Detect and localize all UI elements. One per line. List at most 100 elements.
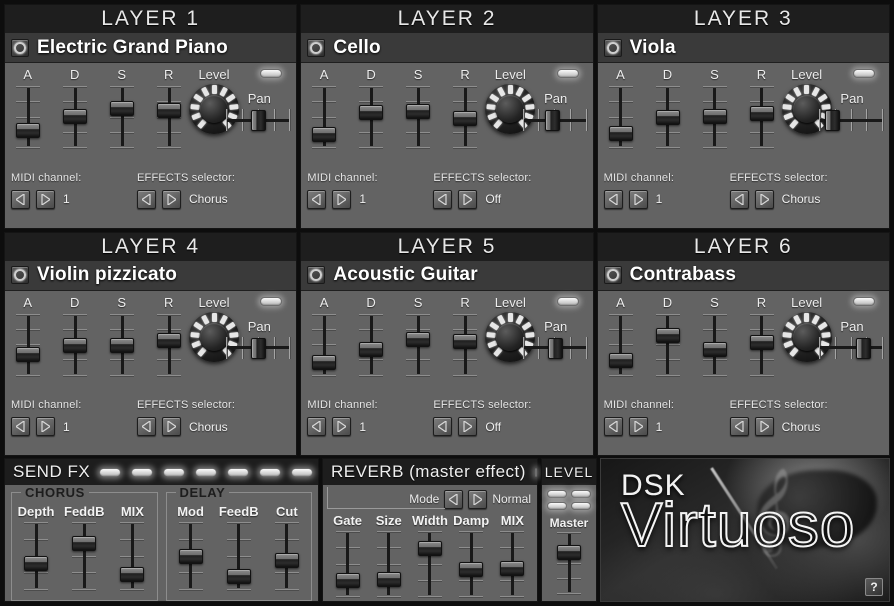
adsr-slider-d[interactable] bbox=[653, 313, 683, 376]
instrument-name[interactable]: Cello bbox=[333, 37, 380, 59]
slider-handle[interactable] bbox=[749, 334, 774, 350]
layer-led[interactable] bbox=[853, 69, 875, 78]
effects-next-button[interactable] bbox=[162, 189, 181, 209]
fx-slider-mix[interactable] bbox=[117, 522, 147, 590]
layer-led[interactable] bbox=[260, 296, 283, 306]
reverb-mode-prev-button[interactable] bbox=[444, 489, 464, 509]
adsr-slider-r[interactable] bbox=[154, 86, 184, 148]
adsr-slider-r[interactable] bbox=[747, 313, 777, 376]
master-slider[interactable] bbox=[554, 532, 584, 594]
adsr-slider-d[interactable] bbox=[356, 313, 386, 376]
send-fx-led-3[interactable] bbox=[163, 467, 186, 477]
reverb-slider-size[interactable] bbox=[374, 531, 404, 597]
adsr-slider-r[interactable] bbox=[747, 86, 777, 148]
adsr-slider-s[interactable] bbox=[107, 86, 137, 148]
slider-handle[interactable] bbox=[359, 105, 384, 120]
midi-prev-button[interactable] bbox=[307, 189, 327, 209]
slider-handle[interactable] bbox=[376, 572, 401, 587]
slider-handle[interactable] bbox=[120, 567, 145, 582]
effects-prev-button[interactable] bbox=[137, 189, 156, 209]
adsr-slider-a[interactable] bbox=[606, 86, 636, 148]
midi-prev-button[interactable] bbox=[603, 417, 623, 436]
midi-next-button[interactable] bbox=[36, 417, 55, 436]
slider-handle[interactable] bbox=[406, 104, 431, 119]
slider-handle[interactable] bbox=[226, 569, 251, 584]
fx-slider-cut[interactable] bbox=[272, 522, 302, 590]
slider-handle[interactable] bbox=[157, 103, 181, 118]
power-icon[interactable] bbox=[11, 38, 29, 57]
slider-handle[interactable] bbox=[406, 331, 431, 347]
adsr-slider-r[interactable] bbox=[154, 313, 184, 376]
level-led-2[interactable] bbox=[571, 490, 591, 498]
send-fx-led-6[interactable] bbox=[259, 467, 282, 477]
instrument-name[interactable]: Contrabass bbox=[630, 264, 737, 286]
fx-slider-depth[interactable] bbox=[21, 522, 51, 590]
slider-handle[interactable] bbox=[702, 341, 727, 357]
slider-handle[interactable] bbox=[856, 337, 871, 359]
slider-handle[interactable] bbox=[702, 109, 727, 124]
effects-next-button[interactable] bbox=[754, 189, 774, 209]
fx-slider-feddb[interactable] bbox=[69, 522, 99, 590]
slider-handle[interactable] bbox=[72, 536, 97, 551]
midi-prev-button[interactable] bbox=[11, 189, 30, 209]
fx-slider-feedb[interactable] bbox=[224, 522, 254, 590]
instrument-name[interactable]: Acoustic Guitar bbox=[333, 264, 477, 286]
power-icon[interactable] bbox=[11, 266, 29, 284]
midi-next-button[interactable] bbox=[332, 189, 352, 209]
slider-handle[interactable] bbox=[178, 549, 203, 564]
slider-handle[interactable] bbox=[500, 561, 525, 576]
adsr-slider-a[interactable] bbox=[309, 86, 339, 148]
slider-handle[interactable] bbox=[453, 111, 478, 126]
reverb-slider-damp[interactable] bbox=[456, 531, 486, 597]
power-icon[interactable] bbox=[603, 266, 622, 284]
reverb-led[interactable] bbox=[534, 467, 537, 477]
slider-handle[interactable] bbox=[547, 337, 563, 359]
slider-handle[interactable] bbox=[16, 346, 40, 362]
send-fx-led-2[interactable] bbox=[131, 467, 154, 477]
pan-slider[interactable] bbox=[226, 107, 291, 133]
midi-prev-button[interactable] bbox=[307, 417, 327, 436]
adsr-slider-s[interactable] bbox=[403, 86, 433, 148]
adsr-slider-a[interactable] bbox=[309, 313, 339, 376]
layer-led[interactable] bbox=[556, 296, 579, 306]
adsr-slider-s[interactable] bbox=[700, 313, 730, 376]
slider-handle[interactable] bbox=[417, 541, 442, 556]
midi-next-button[interactable] bbox=[628, 417, 648, 436]
pan-slider[interactable] bbox=[819, 107, 883, 133]
slider-handle[interactable] bbox=[557, 545, 581, 560]
slider-handle[interactable] bbox=[274, 553, 299, 568]
reverb-mode-next-button[interactable] bbox=[468, 489, 488, 509]
slider-handle[interactable] bbox=[251, 110, 267, 131]
adsr-slider-a[interactable] bbox=[13, 86, 43, 148]
slider-handle[interactable] bbox=[749, 106, 774, 121]
level-led-1[interactable] bbox=[547, 490, 567, 498]
slider-handle[interactable] bbox=[16, 123, 40, 138]
reverb-slider-mix[interactable] bbox=[497, 531, 527, 597]
slider-handle[interactable] bbox=[825, 110, 840, 131]
layer-led[interactable] bbox=[556, 69, 579, 78]
midi-prev-button[interactable] bbox=[11, 417, 30, 436]
slider-handle[interactable] bbox=[359, 341, 384, 357]
slider-handle[interactable] bbox=[312, 127, 337, 142]
power-icon[interactable] bbox=[307, 38, 326, 57]
adsr-slider-d[interactable] bbox=[356, 86, 386, 148]
pan-slider[interactable] bbox=[522, 107, 587, 133]
adsr-slider-d[interactable] bbox=[60, 86, 90, 148]
slider-handle[interactable] bbox=[110, 101, 134, 116]
adsr-slider-r[interactable] bbox=[450, 313, 480, 376]
adsr-slider-s[interactable] bbox=[700, 86, 730, 148]
level-led-4[interactable] bbox=[571, 502, 591, 510]
effects-prev-button[interactable] bbox=[433, 417, 453, 436]
slider-handle[interactable] bbox=[655, 327, 680, 343]
instrument-name[interactable]: Viola bbox=[630, 37, 676, 59]
slider-handle[interactable] bbox=[655, 110, 680, 125]
adsr-slider-a[interactable] bbox=[606, 313, 636, 376]
send-fx-led-1[interactable] bbox=[99, 467, 122, 477]
slider-handle[interactable] bbox=[335, 573, 360, 588]
effects-prev-button[interactable] bbox=[729, 189, 749, 209]
master-volume-slider[interactable] bbox=[554, 532, 584, 594]
reverb-slider-width[interactable] bbox=[415, 531, 445, 597]
effects-prev-button[interactable] bbox=[433, 189, 453, 209]
adsr-slider-d[interactable] bbox=[60, 313, 90, 376]
help-button[interactable]: ? bbox=[865, 578, 883, 596]
